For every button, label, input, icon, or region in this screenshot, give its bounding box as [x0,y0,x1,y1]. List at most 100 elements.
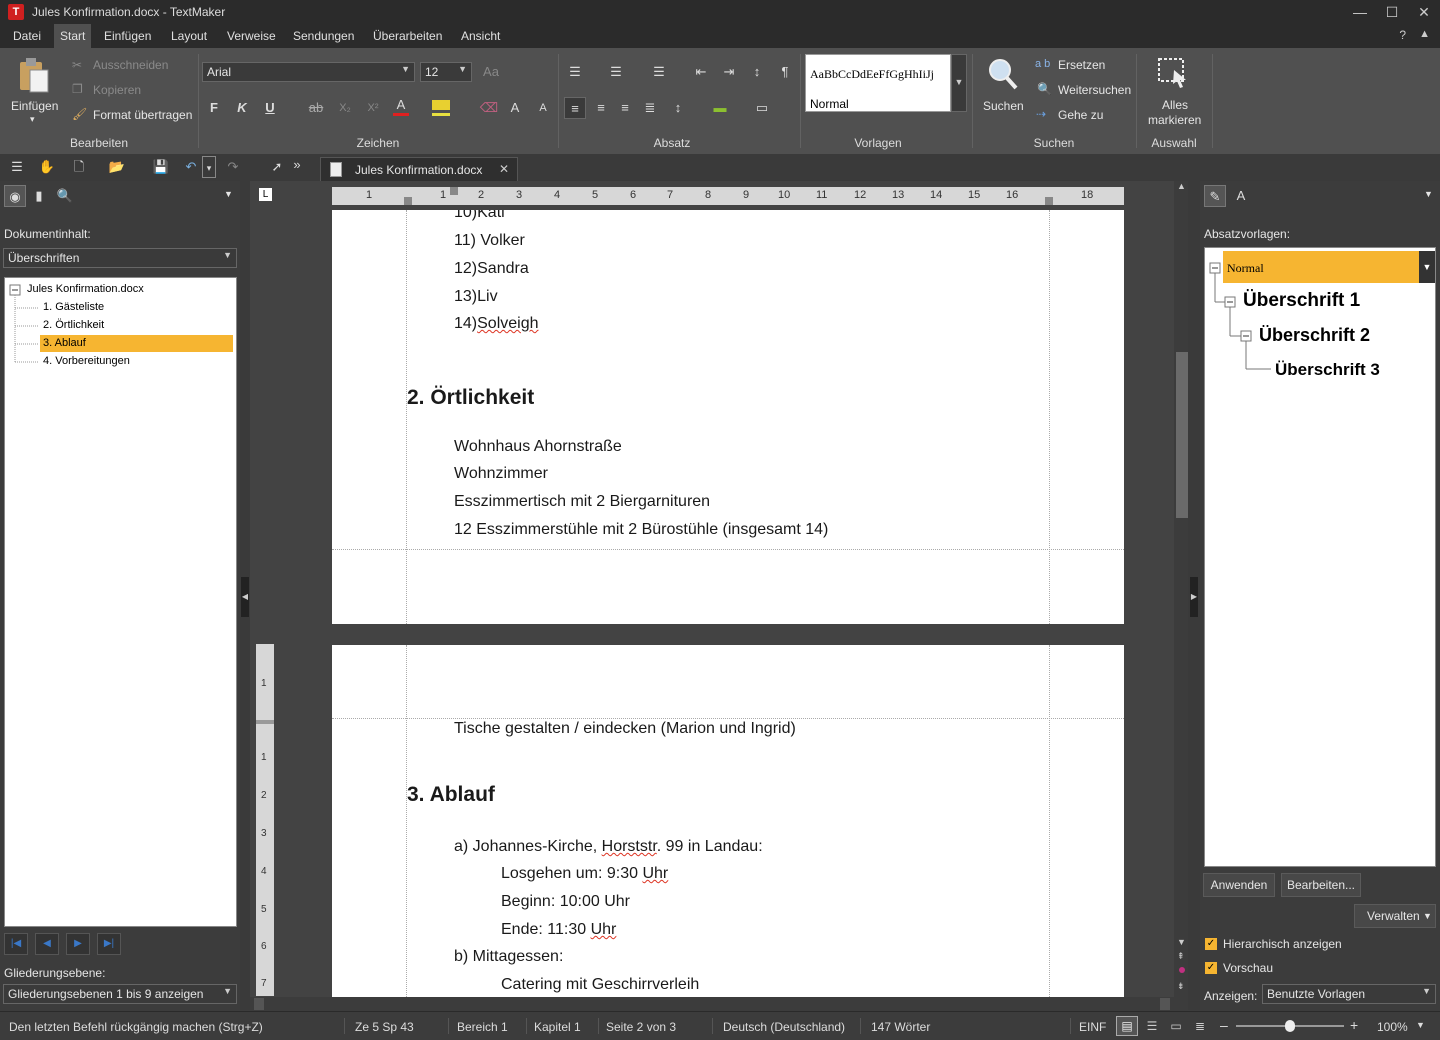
goto-button[interactable]: Gehe zu [1058,108,1103,122]
paste-icon[interactable] [16,56,52,96]
menu-einfuegen[interactable]: Einfügen [98,24,157,48]
style-item-heading2[interactable]: Überschrift 2 [1259,325,1370,346]
style-item-normal[interactable]: Normal [1223,251,1419,283]
style-item-heading3[interactable]: Überschrift 3 [1275,360,1380,380]
font-combo[interactable]: Arial ▼ [202,62,415,82]
first-icon[interactable]: |◀ [4,933,28,955]
manage-button[interactable]: Verwalten ▼ [1354,904,1436,928]
copy-button[interactable]: Kopieren [93,83,141,97]
page-2[interactable]: Tische gestalten / eindecken (Marion und… [332,645,1124,997]
underline-button[interactable]: U [259,97,281,119]
search-icon[interactable] [986,56,1020,92]
menu-layout[interactable]: Layout [165,24,213,48]
continue-search-button[interactable]: Weitersuchen [1058,83,1131,97]
border-icon[interactable]: ▭ [751,97,773,119]
justify-icon[interactable]: ≣ [639,97,661,119]
horizontal-scrollbar[interactable] [250,997,1174,1011]
pilcrow-icon[interactable]: ¶ [774,61,796,83]
next-icon[interactable]: ▶ [66,933,90,955]
case-icon[interactable]: Aa [480,61,502,83]
zoom-out-icon[interactable]: – [1220,1017,1228,1033]
grow-font-icon[interactable]: A [504,97,526,119]
tree-item-vorbereitungen[interactable]: 4. Vorbereitungen [40,353,133,370]
font-size-combo[interactable]: 12 ▼ [420,62,472,82]
select-all-icon[interactable] [1156,56,1190,90]
superscript-icon[interactable]: X² [362,97,384,119]
document-tab[interactable]: Jules Konfirmation.docx ✕ [320,157,518,181]
scroll-up-icon[interactable]: ▲ [1177,181,1186,191]
maximize-button[interactable]: ☐ [1374,0,1410,24]
shading-icon[interactable]: ▬ [709,97,731,119]
headings-combo[interactable]: Überschriften ▼ [3,248,237,268]
continuous-view-icon[interactable]: ☰ [1142,1016,1162,1036]
scroll-left-icon[interactable] [254,998,264,1010]
outline-level-combo[interactable]: Gliederungsebenen 1 bis 9 anzeigen ▼ [3,984,237,1004]
collapse-right-icon[interactable]: ▶ [1190,577,1198,617]
show-styles-combo[interactable]: Benutzte Vorlagen ▼ [1262,984,1436,1004]
browse-object-icon[interactable] [1179,967,1185,973]
more-icon[interactable]: » [286,154,308,176]
vertical-ruler[interactable]: 1 1 2 3 4 5 6 7 [256,644,274,996]
style-gallery-scroll[interactable]: ▼ [951,54,967,112]
select-all-button-line2[interactable]: markieren [1148,113,1201,127]
italic-button[interactable]: K [231,97,253,119]
sort-icon[interactable]: ↕ [746,61,768,83]
style-gallery[interactable]: AaBbCcDdEeFfGgHhIiJj Normal [805,54,951,112]
menu-ansicht[interactable]: Ansicht [455,24,506,48]
undo-icon[interactable]: ↶ [180,156,202,178]
chevron-down-icon[interactable]: ▼ [224,189,233,199]
menu-ueberarbeiten[interactable]: Überarbeiten [367,24,448,48]
hamburger-menu-icon[interactable]: ☰ [6,156,28,178]
page-1[interactable]: 10)Kati 11) Volker 12)Sandra 13)Liv 14)S… [332,210,1124,624]
minimize-button[interactable]: — [1342,0,1378,24]
tab-stop-icon[interactable]: L [259,188,272,201]
style-item-heading1[interactable]: Überschrift 1 [1243,290,1360,312]
insert-mode[interactable]: EINF [1079,1020,1106,1034]
cut-button[interactable]: Ausschneiden [93,58,168,72]
zoom-dropdown-icon[interactable]: ▼ [1416,1020,1425,1030]
menu-verweise[interactable]: Verweise [221,24,282,48]
pointer-icon[interactable]: ➚ [266,156,288,178]
bold-button[interactable]: F [203,97,225,119]
undo-dropdown-icon[interactable]: ▾ [202,156,216,178]
select-all-button[interactable]: Alles [1162,98,1188,112]
preview-checkbox[interactable]: ✓ [1205,962,1217,974]
save-icon[interactable]: 💾 [150,156,172,178]
tree-root[interactable]: Jules Konfirmation.docx [24,281,147,298]
format-painter-button[interactable]: Format übertragen [93,108,192,122]
increase-indent-icon[interactable]: ⇥ [718,61,740,83]
search-button[interactable]: Suchen [983,99,1024,113]
last-icon[interactable]: ▶| [97,933,121,955]
redo-icon[interactable]: ↷ [222,156,244,178]
paragraph-styles-icon[interactable]: ✎ [1204,185,1226,207]
zoom-in-icon[interactable]: + [1350,1017,1358,1033]
style-dropdown-icon[interactable]: ▼ [1419,251,1435,283]
menu-start[interactable]: Start [54,24,92,48]
horizontal-ruler[interactable]: 1 1 2 3 4 5 6 7 8 9 10 11 12 13 14 15 16… [332,187,1124,205]
paste-button[interactable]: Einfügen [11,99,58,113]
shrink-font-icon[interactable]: A [532,97,554,119]
collapse-left-icon[interactable]: ◀ [241,577,249,617]
close-tab-icon[interactable]: ✕ [499,162,509,176]
zoom-level[interactable]: 100% [1377,1020,1408,1034]
page-view-icon[interactable]: ▤ [1116,1016,1138,1036]
full-page-view-icon[interactable]: ▭ [1166,1016,1186,1036]
subscript-icon[interactable]: X₂ [334,97,356,119]
prev-page-icon[interactable]: ⇞ [1177,951,1185,962]
new-document-icon[interactable]: 🗋 [68,156,90,178]
paste-dropdown-icon[interactable]: ▾ [30,114,35,125]
menu-sendungen[interactable]: Sendungen [287,24,360,48]
line-spacing-icon[interactable]: ↕ [667,97,689,119]
search-icon[interactable]: 🔍 [54,185,76,207]
previous-icon[interactable]: ◀ [35,933,59,955]
align-left-icon[interactable]: ≡ [564,97,586,119]
zoom-slider[interactable] [1236,1020,1344,1032]
scroll-down-icon[interactable]: ▼ [1177,937,1186,947]
bullet-list-icon[interactable]: ☰ [564,61,586,83]
status-language[interactable]: Deutsch (Deutschland) [723,1020,845,1034]
left-splitter[interactable]: ◀ [240,181,250,1010]
next-page-icon[interactable]: ⇟ [1177,981,1185,992]
apply-button[interactable]: Anwenden [1203,873,1275,897]
tree-item-oertlichkeit[interactable]: 2. Örtlichkeit [40,317,107,334]
first-line-indent-marker[interactable] [450,187,458,195]
